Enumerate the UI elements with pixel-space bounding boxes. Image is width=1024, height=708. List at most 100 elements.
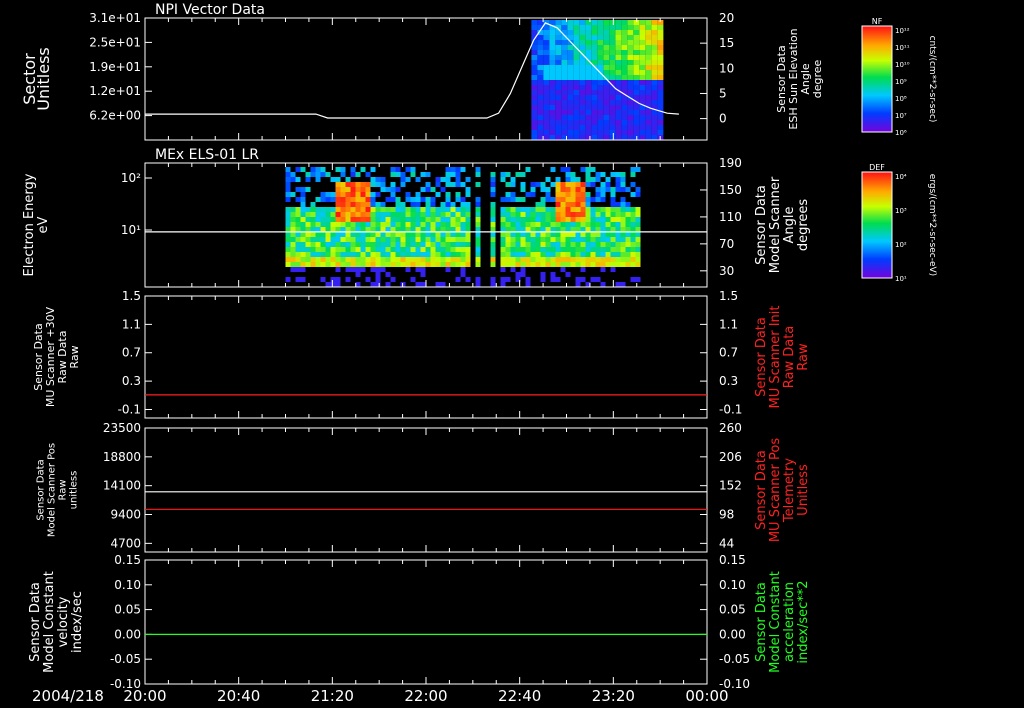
heat-cell	[425, 262, 431, 267]
heat-cell	[579, 125, 586, 130]
heat-cell	[585, 227, 591, 232]
heat-cell	[315, 237, 321, 242]
heat-cell	[305, 227, 311, 232]
heat-cell	[531, 25, 538, 30]
heat-cell	[415, 252, 421, 257]
heat-cell	[290, 207, 296, 212]
heat-cell	[597, 20, 604, 25]
heat-cell	[380, 232, 386, 237]
heat-cell	[355, 172, 361, 177]
heat-cell	[610, 172, 616, 177]
heat-cell	[600, 182, 606, 187]
heat-cell	[657, 55, 664, 60]
heat-cell	[585, 167, 591, 172]
heat-cell	[450, 232, 456, 237]
heat-cell	[549, 95, 556, 100]
heat-cell	[360, 262, 366, 267]
heat-cell	[620, 182, 626, 187]
heat-cell	[645, 60, 652, 65]
heat-cell	[515, 217, 521, 222]
heat-cell	[315, 212, 321, 217]
heat-cell	[365, 227, 371, 232]
heat-cell	[420, 187, 426, 192]
y2-tick-label: 70	[719, 237, 734, 251]
heat-cell	[615, 65, 622, 70]
heat-cell	[591, 115, 598, 120]
heat-cell	[579, 100, 586, 105]
heat-cell	[435, 282, 441, 287]
heat-cell	[475, 167, 481, 172]
heat-cell	[300, 207, 306, 212]
heat-cell	[550, 222, 556, 227]
heat-cell	[355, 247, 361, 252]
heat-cell	[573, 85, 580, 90]
heat-cell	[561, 100, 568, 105]
heat-cell	[633, 25, 640, 30]
heat-cell	[657, 105, 664, 110]
heat-cell	[645, 25, 652, 30]
colorbar-def: DEF10⁴10³10²10¹ergs/(cm**2-sr-sec-eV)	[861, 163, 937, 283]
heat-cell	[505, 182, 511, 187]
heat-cell	[355, 222, 361, 227]
heat-cell	[609, 130, 616, 135]
heat-cell	[365, 207, 371, 212]
heat-cell	[415, 222, 421, 227]
heat-cell	[531, 75, 538, 80]
heat-cell	[573, 40, 580, 45]
heat-cell	[630, 247, 636, 252]
heat-cell	[540, 187, 546, 192]
heat-cell	[345, 237, 351, 242]
heat-cell	[561, 90, 568, 95]
heat-cell	[375, 237, 381, 242]
heat-cell	[375, 272, 381, 277]
heat-cell	[615, 55, 622, 60]
heat-cell	[320, 207, 326, 212]
y2-axis-label: index/sec**2	[796, 580, 811, 663]
heat-cell	[590, 217, 596, 222]
heat-cell	[537, 60, 544, 65]
heat-cell	[325, 217, 331, 222]
heat-cell	[505, 237, 511, 242]
heat-cell	[591, 110, 598, 115]
heat-cell	[380, 262, 386, 267]
heat-cell	[350, 252, 356, 257]
heat-cell	[505, 232, 511, 237]
heat-cell	[335, 212, 341, 217]
heat-cell	[520, 232, 526, 237]
heat-cell	[315, 247, 321, 252]
heat-cell	[410, 202, 416, 207]
heat-cell	[365, 192, 371, 197]
y-axis-label: Raw	[68, 345, 81, 368]
heat-cell	[580, 242, 586, 247]
heat-cell	[360, 232, 366, 237]
heat-cell	[490, 277, 496, 282]
heat-cell	[430, 262, 436, 267]
heat-cell	[555, 110, 562, 115]
heat-cell	[603, 95, 610, 100]
y2-axis-label: degrees	[796, 199, 811, 252]
heat-cell	[537, 135, 544, 140]
y-axis-label: index/sec	[70, 591, 85, 653]
heat-cell	[360, 197, 366, 202]
heat-cell	[575, 262, 581, 267]
heat-cell	[415, 212, 421, 217]
heat-cell	[325, 282, 331, 287]
heat-cell	[330, 237, 336, 242]
heat-cell	[545, 247, 551, 252]
heat-cell	[603, 25, 610, 30]
heat-cell	[543, 50, 550, 55]
heat-cell	[505, 262, 511, 267]
heat-cell	[490, 237, 496, 242]
heat-cell	[560, 202, 566, 207]
heat-cell	[590, 252, 596, 257]
heat-cell	[375, 257, 381, 262]
heat-cell	[537, 105, 544, 110]
heat-cell	[591, 80, 598, 85]
heat-cell	[405, 252, 411, 257]
heat-cell	[591, 40, 598, 45]
heat-cell	[395, 247, 401, 252]
heat-cell	[520, 222, 526, 227]
heat-cell	[549, 85, 556, 90]
heat-cell	[545, 252, 551, 257]
heat-cell	[567, 55, 574, 60]
